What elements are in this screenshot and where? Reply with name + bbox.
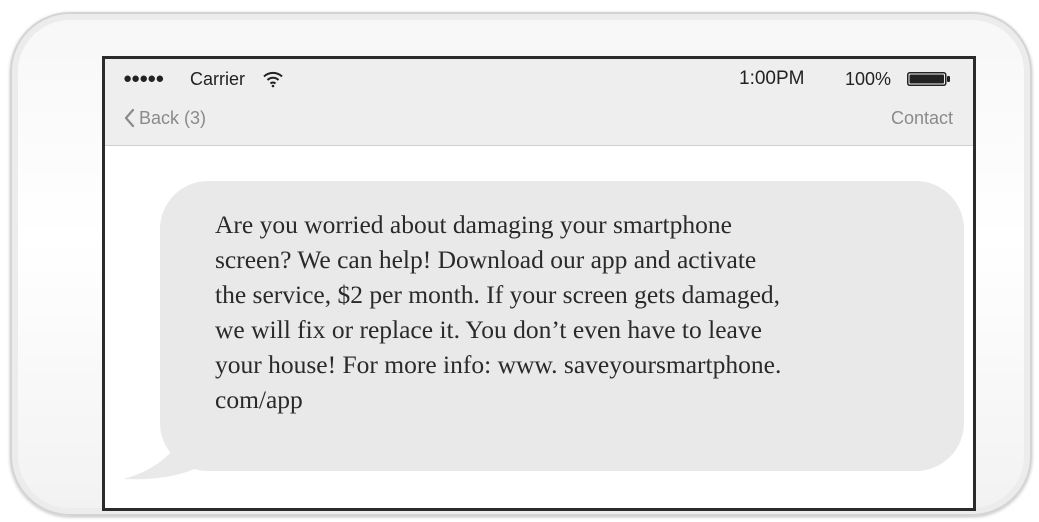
contact-button[interactable]: Contact bbox=[891, 105, 953, 131]
wifi-icon bbox=[263, 71, 283, 88]
back-button-label: Back (3) bbox=[139, 107, 207, 128]
signal-strength-icon: ●●●●● bbox=[123, 70, 164, 87]
top-bar: ●●●●● Carrier 1:00PM 100% Back (3) Conta… bbox=[105, 59, 973, 146]
phone-frame: ●●●●● Carrier 1:00PM 100% Back (3) Conta… bbox=[10, 12, 1032, 516]
status-bar: ●●●●● Carrier 1:00PM 100% bbox=[105, 67, 973, 91]
phone-screen: ●●●●● Carrier 1:00PM 100% Back (3) Conta… bbox=[102, 56, 976, 511]
battery-percent: 100% bbox=[845, 69, 892, 89]
battery-fill bbox=[909, 74, 944, 84]
carrier-name: Carrier bbox=[190, 69, 246, 89]
battery-icon bbox=[907, 72, 950, 86]
chevron-left-icon bbox=[124, 108, 135, 128]
navigation-bar: Back (3) Contact bbox=[105, 105, 973, 131]
message-text: Are you worried about damaging your smar… bbox=[215, 210, 782, 414]
clock-time: 1:00PM bbox=[739, 68, 805, 89]
back-button[interactable]: Back (3) bbox=[123, 105, 206, 131]
